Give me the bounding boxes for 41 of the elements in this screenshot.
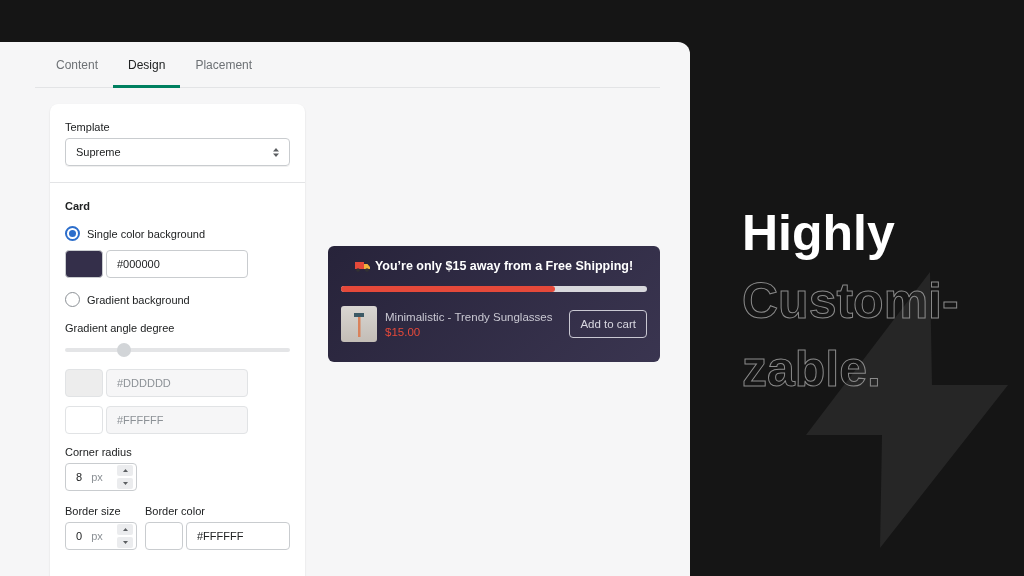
field-label: Corner radius bbox=[65, 446, 133, 458]
unit-label: px bbox=[91, 471, 104, 483]
headline-text: zable. bbox=[742, 340, 882, 399]
field-label: Gradient angle degree bbox=[65, 322, 176, 334]
sort-caret-icon bbox=[273, 147, 279, 157]
add-to-cart-button[interactable]: Add to cart bbox=[569, 310, 647, 338]
headline-text: Customi- bbox=[742, 272, 960, 331]
color-swatch[interactable] bbox=[65, 250, 103, 278]
slider-thumb[interactable] bbox=[116, 343, 131, 357]
photo-placeholder bbox=[341, 306, 377, 342]
headline-text: Highly bbox=[742, 204, 896, 263]
radio-option[interactable]: Gradient background bbox=[65, 292, 290, 307]
shipping-message: You’re only $15 away from a Free Shipping! bbox=[374, 259, 634, 273]
radio-option[interactable]: Single color background bbox=[65, 226, 290, 241]
tab[interactable]: Placement bbox=[180, 42, 268, 88]
down-arrow-icon bbox=[122, 482, 128, 485]
unit-label: px bbox=[91, 530, 104, 542]
product-name: Minimalistic - Trendy Sunglasses bbox=[385, 310, 554, 323]
tab[interactable]: Design bbox=[113, 42, 181, 88]
angle-slider[interactable] bbox=[65, 343, 290, 357]
template-select[interactable]: Supreme bbox=[65, 138, 290, 166]
field-label: Border size bbox=[65, 505, 122, 517]
field-label: Template bbox=[65, 121, 111, 133]
number-input-field[interactable]: 8 px bbox=[65, 463, 137, 491]
radio-button[interactable] bbox=[65, 226, 80, 241]
increment-button[interactable] bbox=[117, 465, 133, 476]
decrement-button[interactable] bbox=[117, 478, 133, 489]
truck-icon bbox=[354, 260, 370, 272]
down-arrow-icon bbox=[122, 541, 128, 544]
up-arrow-icon bbox=[122, 469, 128, 472]
color-input-field[interactable]: #000000 bbox=[106, 250, 248, 278]
increment-button[interactable] bbox=[117, 524, 133, 535]
number-input-field[interactable]: 0 px bbox=[65, 522, 137, 550]
product-price: $15.00 bbox=[385, 325, 422, 338]
tab[interactable]: Content bbox=[41, 42, 114, 88]
color-input-field[interactable]: #FFFFFF bbox=[186, 522, 290, 550]
section-title: Card bbox=[65, 200, 92, 212]
up-arrow-icon bbox=[122, 528, 128, 531]
decrement-button[interactable] bbox=[117, 537, 133, 548]
field-label: Border color bbox=[145, 505, 206, 517]
color-swatch[interactable] bbox=[145, 522, 183, 550]
